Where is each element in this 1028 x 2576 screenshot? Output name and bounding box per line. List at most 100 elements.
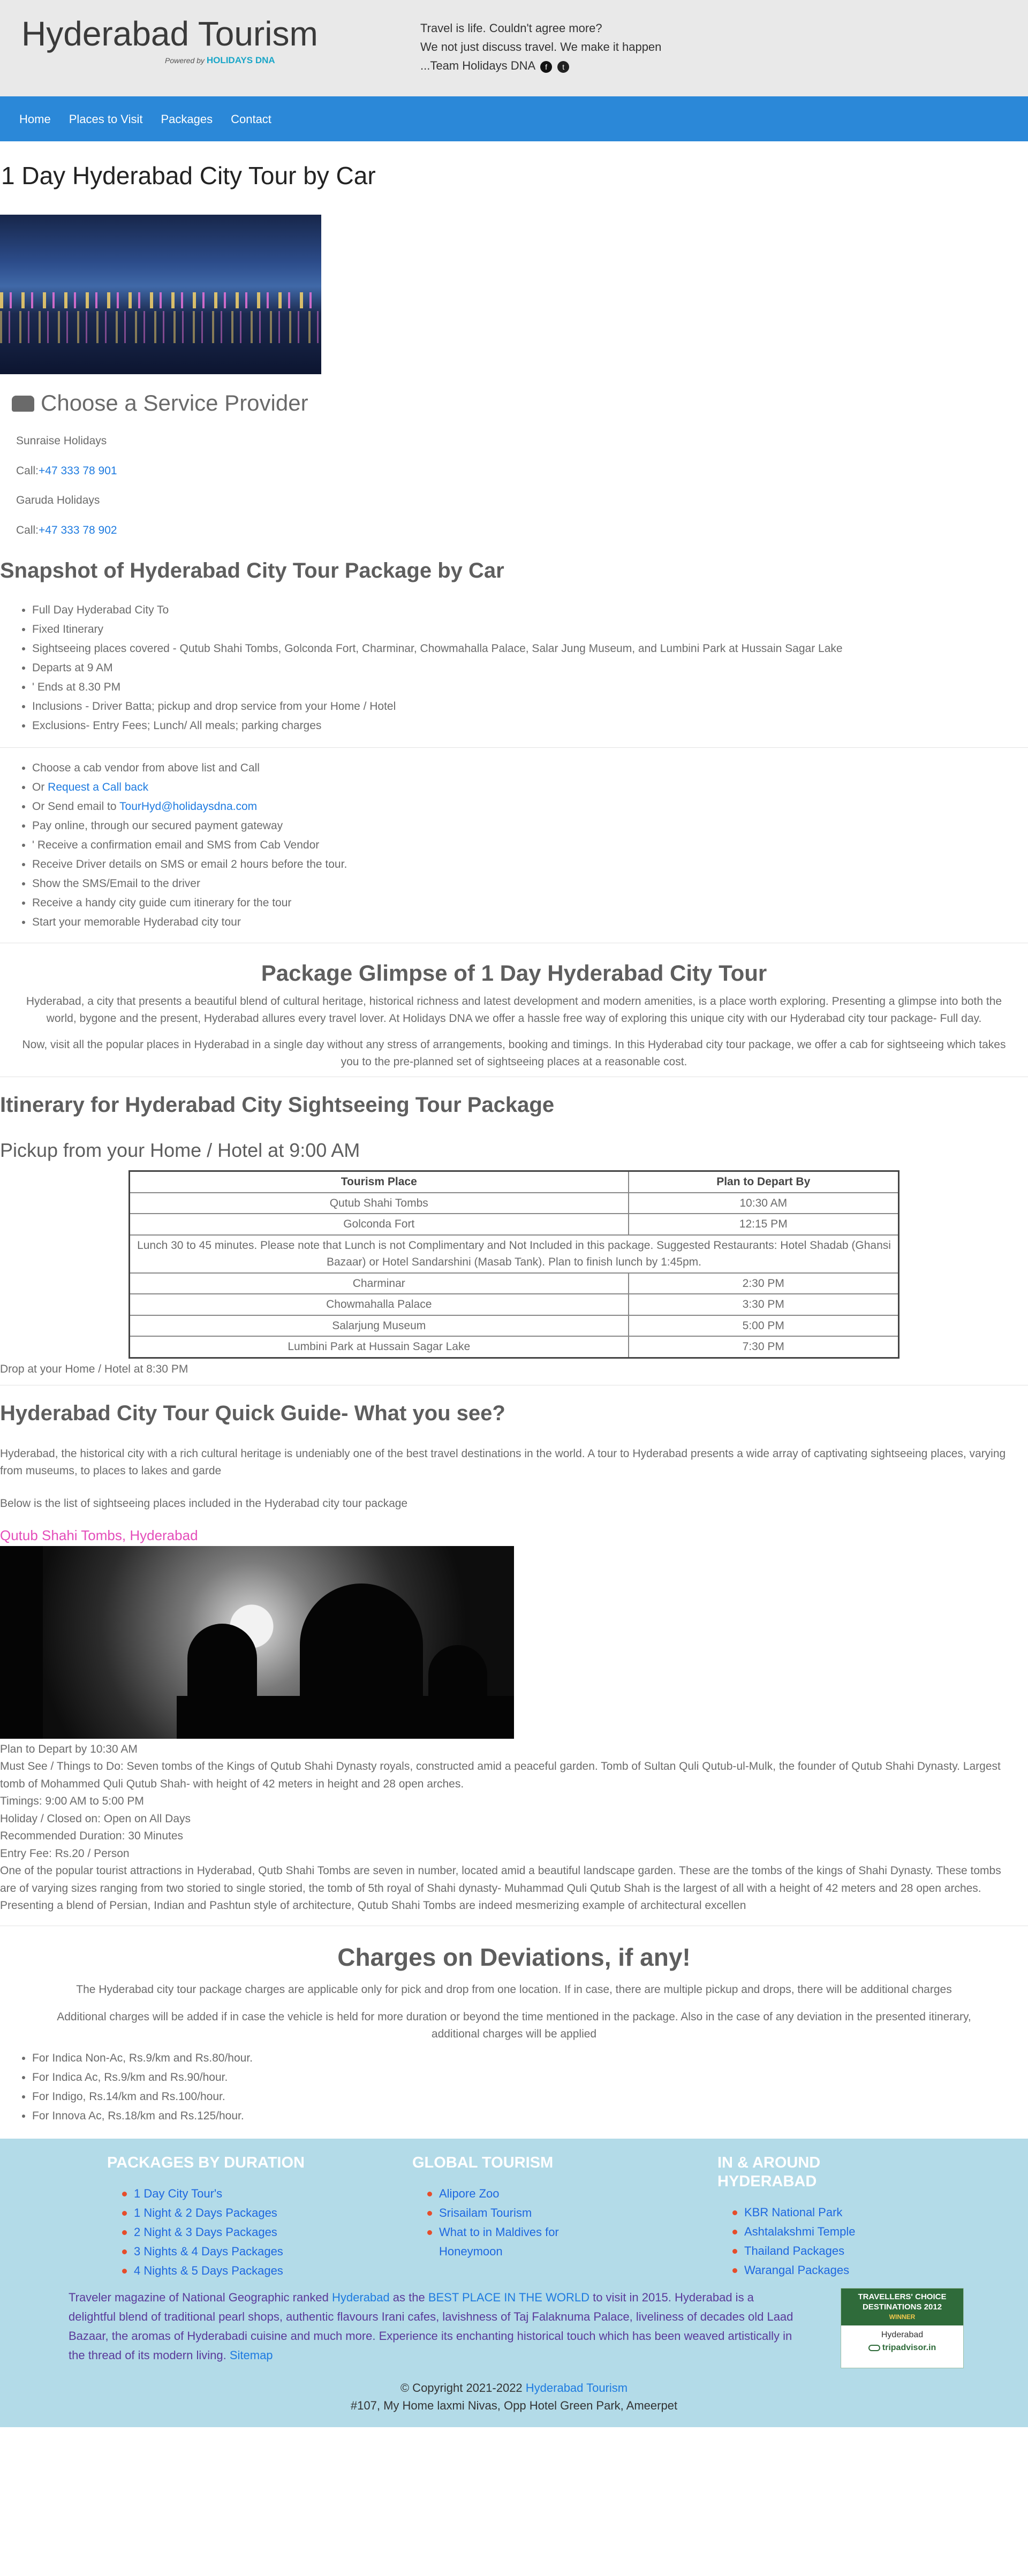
footer-link[interactable]: Thailand Packages bbox=[744, 2244, 844, 2257]
itinerary-title: Itinerary for Hyderabad City Sightseeing… bbox=[0, 1093, 555, 1117]
copyright-link[interactable]: Hyderabad Tourism bbox=[526, 2381, 628, 2395]
list-item: Receive a handy city guide cum itinerary… bbox=[32, 893, 1028, 913]
snapshot-list: Full Day Hyderabad City To Fixed Itinera… bbox=[0, 601, 1028, 736]
time-cell: 7:30 PM bbox=[628, 1336, 900, 1358]
time-cell: 3:30 PM bbox=[628, 1293, 900, 1316]
provider-phone-link[interactable]: +47 333 78 901 bbox=[39, 465, 117, 477]
taxi-icon bbox=[12, 396, 34, 412]
footer-col-title-line: IN & AROUND bbox=[717, 2154, 821, 2172]
list-item: Full Day Hyderabad City To bbox=[32, 601, 1028, 620]
divider bbox=[0, 747, 1028, 748]
glimpse-title: Package Glimpse of 1 Day Hyderabad City … bbox=[261, 960, 767, 986]
site-footer: PACKAGES BY DURATION 1 Day City Tour's 1… bbox=[0, 2139, 1028, 2428]
footer-link[interactable]: What to in Maldives for Honeymoon bbox=[439, 2225, 559, 2258]
footer-link[interactable]: 4 Nights & 5 Days Packages bbox=[134, 2264, 283, 2277]
footer-about: Traveler magazine of National Geographic… bbox=[69, 2288, 802, 2368]
footer-link[interactable]: KBR National Park bbox=[744, 2206, 842, 2219]
copyright-text: © Copyright 2021-2022 bbox=[400, 2381, 526, 2395]
footer-link-item: Ashtalakshmi Temple bbox=[717, 2222, 1023, 2241]
or-label: Or bbox=[32, 781, 48, 793]
main-nav: Home Places to Visit Packages Contact bbox=[0, 96, 1028, 141]
tagline-line-2: We not just discuss travel. We make it h… bbox=[420, 40, 662, 54]
tagline-line-3: ...Team Holidays DNA f t bbox=[420, 56, 661, 75]
hero-reflection bbox=[0, 311, 321, 343]
list-item: Or Send email to TourHyd@holidaysdna.com bbox=[32, 797, 1028, 816]
table-row: Chowmahalla Palace 3:30 PM bbox=[128, 1293, 900, 1316]
guide-title: Hyderabad City Tour Quick Guide- What yo… bbox=[0, 1401, 505, 1425]
footer-link[interactable]: 1 Day City Tour's bbox=[134, 2187, 222, 2200]
list-item: ' Receive a confirmation email and SMS f… bbox=[32, 836, 1028, 855]
list-item: Show the SMS/Email to the driver bbox=[32, 874, 1028, 893]
guide-list-intro: Below is the list of sightseeing places … bbox=[0, 1497, 408, 1510]
list-item: Fixed Itinerary bbox=[32, 620, 1028, 639]
footer-link-item: KBR National Park bbox=[717, 2203, 1023, 2222]
facebook-icon[interactable]: f bbox=[540, 60, 553, 73]
footer-link[interactable]: Alipore Zoo bbox=[439, 2187, 500, 2200]
email-link[interactable]: TourHyd@holidaysdna.com bbox=[119, 800, 257, 813]
badge-city: Hyderabad bbox=[881, 2330, 924, 2340]
footer-link-item: Srisailam Tourism bbox=[412, 2203, 717, 2223]
brand[interactable]: Hyderabad Tourism bbox=[21, 15, 318, 53]
tripadvisor-badge[interactable]: TRAVELLERS' CHOICE DESTINATIONS 2012 WIN… bbox=[841, 2288, 964, 2369]
place-cell: Lumbini Park at Hussain Sagar Lake bbox=[128, 1336, 629, 1358]
provider-1: Sunraise Holidays Call:+47 333 78 901 bbox=[0, 433, 1028, 479]
provider-call: Call:+47 333 78 901 bbox=[16, 463, 1028, 480]
list-item: Or Request a Call back bbox=[32, 778, 1028, 797]
place-cell: Chowmahalla Palace bbox=[128, 1293, 629, 1316]
footer-col-global: GLOBAL TOURISM Alipore Zoo Srisailam Tou… bbox=[412, 2154, 717, 2280]
email-label: Or Send email to bbox=[32, 800, 120, 813]
footer-col-title-line: HYDERABAD bbox=[717, 2173, 817, 2191]
powered-brand: HOLIDAYS DNA bbox=[206, 55, 275, 65]
footer-col-title: IN & AROUND HYDERABAD bbox=[717, 2154, 1023, 2191]
about-link-hyderabad[interactable]: Hyderabad bbox=[332, 2291, 390, 2304]
list-item: ' Ends at 8.30 PM bbox=[32, 678, 1028, 697]
about-text: Traveler magazine of National Geographic… bbox=[69, 2291, 332, 2305]
twitter-icon[interactable]: t bbox=[557, 60, 570, 73]
owl-icon bbox=[868, 2345, 880, 2352]
about-text: as the bbox=[389, 2291, 428, 2305]
table-row: Salarjung Museum 5:00 PM bbox=[128, 1314, 900, 1337]
nav-packages[interactable]: Packages bbox=[161, 110, 213, 128]
footer-link[interactable]: 1 Night & 2 Days Packages bbox=[134, 2206, 277, 2219]
footer-link[interactable]: 3 Nights & 4 Days Packages bbox=[134, 2245, 283, 2258]
hero-city-lights bbox=[0, 292, 321, 308]
nav-contact[interactable]: Contact bbox=[231, 110, 271, 128]
footer-link-item: 3 Nights & 4 Days Packages bbox=[107, 2242, 412, 2261]
footer-link-item: What to in Maldives for Honeymoon bbox=[412, 2223, 605, 2261]
must-see: Must See / Things to Do: Seven tombs of … bbox=[0, 1760, 1001, 1790]
provider-name: Sunraise Holidays bbox=[16, 435, 107, 447]
badge-header: TRAVELLERS' CHOICE DESTINATIONS 2012 WIN… bbox=[841, 2289, 963, 2326]
providers-title-text: Choose a Service Provider bbox=[41, 390, 308, 415]
nav-home[interactable]: Home bbox=[19, 110, 51, 128]
place-details: Plan to Depart by 10:30 AM Must See / Th… bbox=[0, 1741, 1028, 1915]
base-silhouette bbox=[177, 1695, 514, 1739]
time-cell: 2:30 PM bbox=[628, 1272, 900, 1294]
glimpse-paragraph-1: Hyderabad, a city that presents a beauti… bbox=[26, 995, 1002, 1025]
tagline: Travel is life. Couldn't agree more? We … bbox=[420, 19, 661, 75]
charges-list: For Indica Non-Ac, Rs.9/km and Rs.80/hou… bbox=[0, 2049, 1028, 2126]
footer-link[interactable]: Ashtalakshmi Temple bbox=[744, 2225, 855, 2238]
list-item: For Indica Ac, Rs.9/km and Rs.90/hour. bbox=[32, 2068, 1028, 2087]
place-title-qutub-shahi[interactable]: Qutub Shahi Tombs, Hyderabad bbox=[0, 1525, 1028, 1546]
description: One of the popular tourist attractions i… bbox=[0, 1865, 1001, 1912]
footer-link-item: 1 Night & 2 Days Packages bbox=[107, 2203, 412, 2223]
nav-places-to-visit[interactable]: Places to Visit bbox=[69, 110, 143, 128]
footer-link[interactable]: 2 Night & 3 Days Packages bbox=[134, 2225, 277, 2239]
sitemap-link[interactable]: Sitemap bbox=[230, 2348, 273, 2362]
charges-paragraph-1: The Hyderabad city tour package charges … bbox=[76, 1983, 952, 1996]
footer-link[interactable]: Srisailam Tourism bbox=[439, 2206, 532, 2219]
booking-steps: Choose a cab vendor from above list and … bbox=[0, 759, 1028, 932]
about-link-best-place[interactable]: BEST PLACE IN THE WORLD bbox=[428, 2291, 589, 2304]
table-row: Golconda Fort 12:15 PM bbox=[128, 1213, 900, 1236]
footer-link-item: 2 Night & 3 Days Packages bbox=[107, 2223, 412, 2242]
drop-note: Drop at your Home / Hotel at 8:30 PM bbox=[0, 1362, 188, 1375]
footer-link[interactable]: Warangal Packages bbox=[744, 2263, 849, 2277]
site-title[interactable]: Hyderabad Tourism bbox=[21, 15, 318, 53]
list-item: For Indigo, Rs.14/km and Rs.100/hour. bbox=[32, 2087, 1028, 2107]
request-callback-link[interactable]: Request a Call back bbox=[48, 781, 148, 793]
tree-silhouette bbox=[0, 1545, 43, 1739]
list-item: Sightseeing places covered - Qutub Shahi… bbox=[32, 639, 1028, 658]
provider-phone-link[interactable]: +47 333 78 902 bbox=[39, 524, 117, 536]
providers-title: Choose a Service Provider bbox=[0, 386, 1028, 420]
depart-time: Plan to Depart by 10:30 AM bbox=[0, 1742, 138, 1755]
